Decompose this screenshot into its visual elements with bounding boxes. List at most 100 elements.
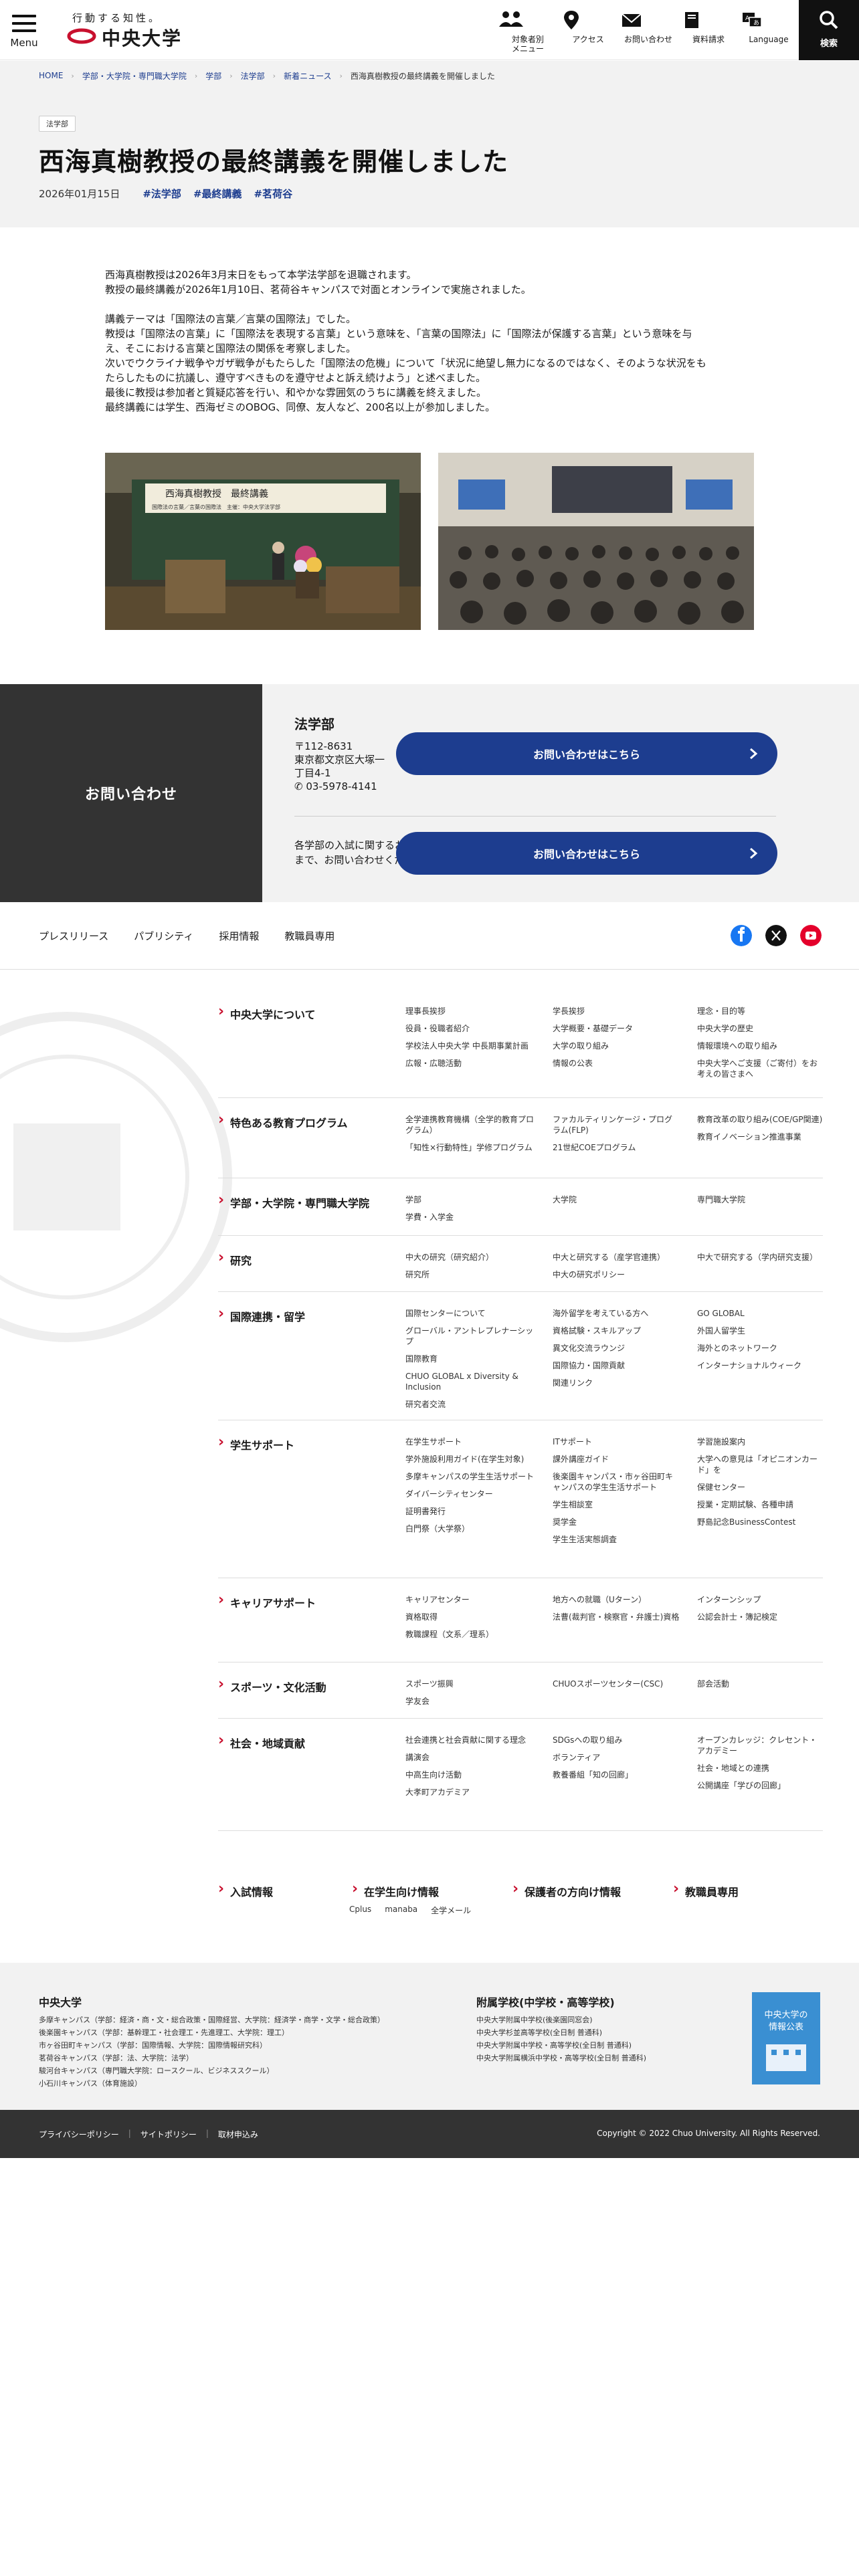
nav-access[interactable]: アクセス [558,0,618,44]
sitemap-link[interactable]: 学習施設案内 [697,1436,823,1447]
sitemap-link[interactable]: インターンシップ [697,1594,823,1605]
sitemap-link[interactable]: 中大の研究ポリシー [553,1269,680,1280]
sitemap-link[interactable]: 大学の取り組み [553,1041,680,1051]
sitemap-link[interactable]: 教養番組「知の回廊」 [553,1769,680,1780]
sitemap-link[interactable]: 役員・役職者紹介 [405,1023,539,1034]
sitemap-link[interactable]: 中央大学の歴史 [697,1023,823,1034]
sitemap-link[interactable]: 公認会計士・簿記検定 [697,1612,823,1622]
nav-contact[interactable]: お問い合わせ [618,0,678,44]
sitemap-link[interactable]: 異文化交流ラウンジ [553,1343,680,1354]
sitemap-title[interactable]: 国際連携・留学 [218,1305,305,1324]
breadcrumb-faculties[interactable]: 学部・大学院・専門職大学院 [82,70,187,82]
search-button[interactable]: 検索 [799,0,859,60]
sitemap-link[interactable]: 地方への就職（Uターン） [553,1594,680,1605]
sitemap-link[interactable]: 海外とのネットワーク [697,1343,823,1354]
sitemap-link[interactable]: 理念・目的等 [697,1006,823,1016]
quick-link-manaba[interactable]: manaba [385,1905,417,1916]
sitemap-link[interactable]: 大学院 [553,1194,680,1205]
sitemap-link[interactable]: オープンカレッジ：クレセント・アカデミー [697,1735,823,1756]
sitemap-link[interactable]: ファカルティリンケージ・プログラム(FLP) [553,1114,680,1136]
youtube-icon[interactable] [800,925,822,946]
sitemap-link[interactable]: 在学生サポート [405,1436,539,1447]
sitemap-link[interactable]: ボランティア [553,1752,680,1763]
privacy-policy-link[interactable]: プライバシーポリシー [39,2129,119,2140]
sitemap-link[interactable]: 大孝町アカデミア [405,1787,539,1798]
sitemap-cat-staff[interactable]: 教職員専用 [673,1881,739,1899]
sitemap-link[interactable]: SDGsへの取り組み [553,1735,680,1745]
sitemap-link[interactable]: 社会・地域との連携 [697,1763,823,1774]
nav-language[interactable]: Aあ Language [739,0,799,44]
utility-link-careers[interactable]: 採用情報 [219,929,259,943]
campus-link[interactable]: 小石川キャンパス（体育施設） [39,2077,440,2090]
sitemap-link[interactable]: スポーツ振興 [405,1679,539,1689]
sitemap-link[interactable]: 専門職大学院 [697,1194,823,1205]
sitemap-link[interactable]: 学校法人中央大学 中長期事業計画 [405,1041,539,1051]
sitemap-link[interactable]: インターナショナルウィーク [697,1360,823,1371]
sitemap-cat-parents[interactable]: 保護者の方向け情報 [512,1881,621,1899]
sitemap-link[interactable]: 中大と研究する（産学官連携） [553,1252,680,1263]
utility-link-press[interactable]: プレスリリース [39,929,108,943]
sitemap-link[interactable]: 学長挨拶 [553,1006,680,1016]
x-twitter-icon[interactable] [765,925,787,946]
campus-link[interactable]: 後楽園キャンパス（学部：基幹理工・社会理工・先進理工、大学院：理工） [39,2026,440,2039]
sitemap-link[interactable]: 「知性×行動特性」学修プログラム [405,1142,539,1153]
breadcrumb-home[interactable]: HOME [39,71,63,80]
sitemap-link[interactable]: 情報環境への取り組み [697,1041,823,1051]
breadcrumb-undergrad[interactable]: 学部 [205,70,221,82]
sitemap-link[interactable]: 海外留学を考えている方へ [553,1308,680,1319]
sitemap-link[interactable]: 国際協力・国際貢献 [553,1360,680,1371]
site-policy-link[interactable]: サイトポリシー [140,2129,197,2140]
breadcrumb-law[interactable]: 法学部 [241,70,265,82]
sitemap-cat-admissions[interactable]: 入試情報 [218,1881,273,1899]
sitemap-link[interactable]: 奨学金 [553,1517,680,1527]
sitemap-link[interactable]: 教育イノベーション推進事業 [697,1132,823,1142]
nav-request-materials[interactable]: 資料請求 [678,0,739,44]
sitemap-title[interactable]: 学部・大学院・専門職大学院 [218,1192,369,1210]
tag-link[interactable]: #茗荷谷 [254,187,293,201]
sitemap-link[interactable]: 大学への意見は「オピニオンカード」を [697,1454,823,1475]
sitemap-link[interactable]: 授業・定期試験、各種申請 [697,1499,823,1510]
sitemap-link[interactable]: 全学連携教育機構（全学的教育プログラム） [405,1114,539,1136]
facebook-icon[interactable] [731,925,752,946]
sitemap-link[interactable]: 学生相談室 [553,1499,680,1510]
utility-link-publicity[interactable]: パブリシティ [134,929,193,943]
sitemap-link[interactable]: 中央大学へご支援（ご寄付）をお考えの皆さまへ [697,1058,823,1079]
campus-link[interactable]: 多摩キャンパス（学部：経済・商・文・総合政策・国際経営、大学院：経済学・商学・文… [39,2014,440,2026]
sitemap-link[interactable]: 学友会 [405,1696,539,1707]
sitemap-link[interactable]: 広報・広聴活動 [405,1058,539,1069]
campus-link[interactable]: 市ヶ谷田町キャンパス（学部：国際情報、大学院：国際情報研究科） [39,2039,440,2052]
sitemap-link[interactable]: 21世紀COEプログラム [553,1142,680,1153]
sitemap-link[interactable]: グローバル・アントレプレナーシップ [405,1325,539,1347]
breadcrumb-news[interactable]: 新着ニュース [284,70,331,82]
sitemap-link[interactable]: 講演会 [405,1752,539,1763]
sitemap-link[interactable]: 研究所 [405,1269,539,1280]
sitemap-link[interactable]: 外国人留学生 [697,1325,823,1336]
sitemap-link[interactable]: CHUOスポーツセンター(CSC) [553,1679,680,1689]
sitemap-link[interactable]: 学生生活実態調査 [553,1534,680,1545]
sitemap-title[interactable]: 中央大学について [218,1003,316,1022]
sitemap-title[interactable]: キャリアサポート [218,1592,316,1610]
disclosure-banner[interactable]: 中央大学の情報公表 [752,1992,820,2084]
sitemap-link[interactable]: CHUO GLOBAL x Diversity & Inclusion [405,1371,539,1392]
quick-link-cplus[interactable]: Cplus [349,1905,371,1916]
school-link[interactable]: 中央大学附属中学校・高等学校(全日制 普通科) [476,2039,731,2052]
sitemap-link[interactable]: 課外講座ガイド [553,1454,680,1465]
sitemap-link[interactable]: 多摩キャンパスの学生生活サポート [405,1471,539,1482]
menu-button[interactable]: Menu [9,15,39,53]
sitemap-link[interactable]: 学外施設利用ガイド(在学生対象) [405,1454,539,1465]
sitemap-link[interactable]: 理事長挨拶 [405,1006,539,1016]
sitemap-link[interactable]: 中大で研究する（学内研究支援） [697,1252,823,1263]
sitemap-link[interactable]: 部会活動 [697,1679,823,1689]
sitemap-link[interactable]: 研究者交流 [405,1399,539,1410]
sitemap-link[interactable]: 大学概要・基礎データ [553,1023,680,1034]
utility-link-staff[interactable]: 教職員専用 [284,929,335,943]
campus-link[interactable]: 駿河台キャンパス（専門職大学院：ロースクール、ビジネススクール） [39,2064,440,2077]
admissions-contact-button[interactable]: お問い合わせはこちら [396,832,777,875]
sitemap-title[interactable]: 社会・地域貢献 [218,1732,305,1751]
sitemap-title[interactable]: 研究 [218,1249,252,1268]
sitemap-link[interactable]: 保健センター [697,1482,823,1493]
sitemap-title[interactable]: 学生サポート [218,1434,294,1453]
sitemap-link[interactable]: 教職課程（文系／理系） [405,1629,539,1640]
sitemap-link[interactable]: 後楽園キャンパス・市ヶ谷田町キャンパスの学生生活サポート [553,1471,680,1493]
sitemap-link[interactable]: 学部 [405,1194,539,1205]
